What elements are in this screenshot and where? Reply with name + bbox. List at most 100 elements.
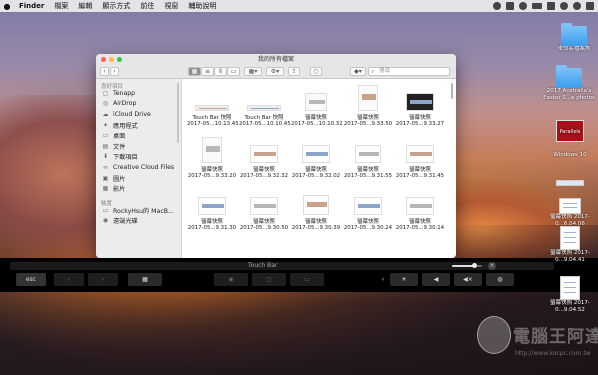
- menu-finder[interactable]: Finder: [14, 2, 49, 10]
- file-item[interactable]: 螢幕快照 2017-05...9.30.14: [395, 187, 445, 237]
- file-item[interactable]: 螢幕快照 2017-05...9.32.32: [239, 135, 289, 185]
- brightness-key-icon[interactable]: ☀: [390, 273, 418, 286]
- menu-edit[interactable]: 編輯: [73, 1, 97, 11]
- file-date: 2017-05...9.31.45: [395, 173, 445, 179]
- file-item[interactable]: Touch Bar 快照 2017-05...10.13.45: [187, 83, 239, 133]
- view-icons-button[interactable]: ▦: [188, 67, 201, 76]
- file-item[interactable]: 螢幕快照 2017-05...9.33.20: [187, 135, 237, 185]
- view-grid-key-icon[interactable]: ▦: [128, 273, 162, 286]
- sidebar-item-airdrop[interactable]: ◎ AirDrop: [96, 99, 181, 110]
- file-name: 螢幕快照: [357, 115, 379, 121]
- file-item[interactable]: 螢幕快照 2017-05...9.30.50: [239, 187, 289, 237]
- close-window-button[interactable]: [101, 57, 106, 62]
- content-scrollbar[interactable]: [451, 83, 453, 99]
- sidebar-item-documents[interactable]: ▤ 文件: [96, 141, 181, 152]
- file-name: 螢幕快照: [409, 115, 431, 121]
- file-name: 螢幕快照: [409, 219, 431, 225]
- desktop-file-screenshot-3[interactable]: 螢幕快照 2017-0...9.04.52: [542, 276, 598, 314]
- sidebar-item-movies[interactable]: ▦ 影片: [96, 183, 181, 194]
- desktop-folder-australia[interactable]: 2017 Australia's Easter S...e photos: [540, 65, 598, 102]
- volume-icon[interactable]: [506, 2, 514, 10]
- desktop-app-parallels[interactable]: Parallels Windows 10: [548, 120, 592, 159]
- window-title: 我的所有檔案: [257, 56, 294, 63]
- desktop-file-screenshot-2[interactable]: 螢幕快照 2017-0...9.04.41: [542, 226, 598, 264]
- desktop-folder-untitled[interactable]: 未命名檔案夾: [552, 23, 596, 53]
- menu-go[interactable]: 前往: [135, 1, 159, 11]
- volume-key-icon[interactable]: ◀: [422, 273, 450, 286]
- tags-button[interactable]: ○: [310, 67, 322, 76]
- touch-bar-close-button[interactable]: ×: [488, 262, 496, 270]
- view-columns-button[interactable]: ⫴: [214, 67, 227, 76]
- forward-button[interactable]: ›: [110, 67, 119, 76]
- file-item[interactable]: 螢幕快照 2017-05...9.30.39: [291, 187, 341, 237]
- tags-key-icon[interactable]: ▭: [290, 273, 324, 286]
- forward-key-icon[interactable]: ›: [88, 273, 118, 286]
- sidebar-item-remote-disc[interactable]: ◉ 遠端光碟: [96, 216, 181, 227]
- sidebar-item-macbook[interactable]: ▭ RockyHsu的 MacB...: [96, 205, 181, 216]
- menu-help[interactable]: 輔助說明: [183, 1, 221, 11]
- finder-sidebar: 喜好項目 ▢ Tenapp ◎ AirDrop ☁ iCloud Drive ✦ 應用程…: [96, 79, 182, 258]
- sidebar-item-creative-cloud[interactable]: ∞ Creative Cloud Files: [96, 162, 181, 173]
- battery-icon[interactable]: [532, 3, 542, 9]
- menu-window[interactable]: 視窗: [159, 1, 183, 11]
- sidebar-item-applications[interactable]: ✦ 應用程式: [96, 120, 181, 131]
- file-thumbnail: [355, 145, 381, 163]
- action-gear-button[interactable]: ⚙▾: [266, 67, 284, 76]
- view-gallery-button[interactable]: ▭: [227, 67, 240, 76]
- notifications-icon[interactable]: [586, 2, 594, 10]
- sidebar-item-pictures[interactable]: ▣ 圖片: [96, 173, 181, 184]
- file-item[interactable]: 螢幕快照 2017-05...9.32.02: [291, 135, 341, 185]
- file-thumbnail: [250, 145, 278, 163]
- file-item[interactable]: 螢幕快照 2017-05...9.31.30: [187, 187, 237, 237]
- file-item[interactable]: 螢幕快照 2017-05...9.31.55: [343, 135, 393, 185]
- laptop-icon: ▭: [102, 206, 109, 214]
- file-name: 螢幕快照: [409, 167, 431, 173]
- view-list-button[interactable]: ≡: [201, 67, 214, 76]
- apple-menu-icon[interactable]: ●: [0, 2, 14, 11]
- doc-icon: [560, 226, 580, 250]
- finder-titlebar[interactable]: 我的所有檔案: [96, 54, 456, 65]
- share-key-icon[interactable]: ▢: [252, 273, 286, 286]
- sidebar-scrollbar[interactable]: [177, 83, 179, 143]
- desktop-thin-bar[interactable]: [548, 180, 592, 186]
- sidebar-heading-favorites: 喜好項目: [101, 84, 124, 90]
- search-field[interactable]: ⌕ 搜尋: [368, 67, 450, 76]
- file-item[interactable]: 螢幕快照 2017-05...9.33.50: [343, 83, 393, 133]
- group-menu-button[interactable]: ▦▾: [244, 67, 262, 76]
- menu-view[interactable]: 顯示方式: [97, 1, 135, 11]
- file-item[interactable]: 螢幕快照 2017-05...9.33.27: [395, 83, 445, 133]
- dropbox-button[interactable]: ◆▾: [350, 67, 366, 76]
- file-thumbnail: [250, 197, 278, 215]
- quicklook-key-icon[interactable]: ◉: [214, 273, 248, 286]
- siri-key-icon[interactable]: ◍: [486, 273, 514, 286]
- user-icon[interactable]: [573, 2, 581, 10]
- control-strip-collapse-icon[interactable]: ‹: [378, 273, 388, 286]
- display-icon[interactable]: [547, 2, 555, 10]
- sidebar-item-downloads[interactable]: ⬇ 下載項目: [96, 152, 181, 163]
- zoom-window-button[interactable]: [117, 57, 122, 62]
- download-icon: ⬇: [102, 153, 109, 161]
- mute-key-icon[interactable]: ◀×: [454, 273, 482, 286]
- sidebar-item-icloud-drive[interactable]: ☁ iCloud Drive: [96, 109, 181, 120]
- sidebar-item-desktop[interactable]: ▭ 桌面: [96, 130, 181, 141]
- cloud-icon[interactable]: [493, 2, 501, 10]
- sidebar-item-label: 桌面: [113, 133, 126, 141]
- brightness-knob[interactable]: [471, 263, 477, 268]
- brightness-slider[interactable]: [452, 263, 482, 268]
- desktop-file-screenshot-1[interactable]: 螢幕快照 2017-0...6.04.06: [542, 198, 598, 228]
- file-item[interactable]: 螢幕快照 2017-05...9.31.45: [395, 135, 445, 185]
- menu-file[interactable]: 檔案: [49, 1, 73, 11]
- wifi-icon[interactable]: [519, 2, 527, 10]
- sidebar-item-tenapp[interactable]: ▢ Tenapp: [96, 88, 181, 99]
- back-button[interactable]: ‹: [100, 67, 109, 76]
- file-date: 2017-05...9.33.20: [187, 173, 237, 179]
- esc-key[interactable]: esc: [16, 273, 46, 286]
- file-item[interactable]: Touch Bar 快照 2017-05...10.10.45: [239, 83, 291, 133]
- back-key-icon[interactable]: ‹: [54, 273, 84, 286]
- file-item[interactable]: 螢幕快照 2017-05...10.10.32: [291, 83, 343, 133]
- share-button[interactable]: ⇪: [288, 67, 300, 76]
- menu-bar: ● Finder 檔案 編輯 顯示方式 前往 視窗 輔助說明: [0, 0, 598, 12]
- minimize-window-button[interactable]: [109, 57, 114, 62]
- file-item[interactable]: 螢幕快照 2017-05...9.30.24: [343, 187, 393, 237]
- spotlight-icon[interactable]: [560, 2, 568, 10]
